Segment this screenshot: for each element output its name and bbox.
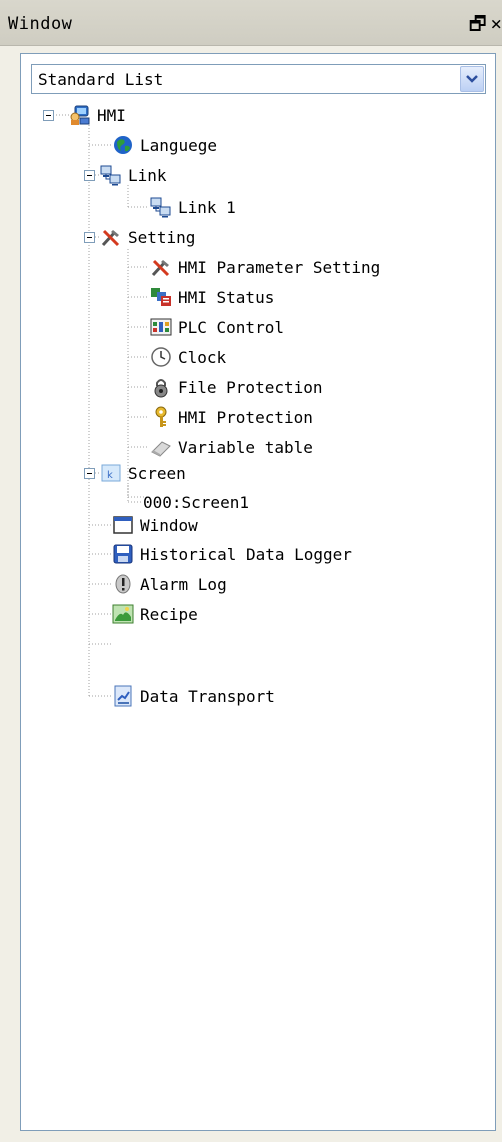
view-select[interactable]: Standard List	[31, 64, 486, 94]
dropdown-arrow-button[interactable]	[460, 66, 484, 92]
key-icon	[150, 406, 172, 428]
window-icon	[112, 514, 134, 536]
title-bar: Window 🗗 ×	[0, 0, 502, 46]
screen-icon: k	[100, 462, 122, 484]
svg-text:k: k	[107, 470, 113, 481]
tree-label: Variable table	[178, 437, 313, 457]
tree-item-clock[interactable]: Clock	[150, 342, 226, 372]
tree-item-window[interactable]: Window	[112, 510, 198, 540]
tree-label: Link 1	[178, 197, 236, 217]
tree-item-link-1[interactable]: Link 1	[150, 192, 236, 222]
tree-label: Setting	[128, 227, 196, 247]
tree-item-setting[interactable]: Setting	[100, 222, 195, 252]
tree-label: HMI Status	[178, 287, 275, 307]
collapse-link-toggle[interactable]	[84, 170, 95, 181]
recipe-icon	[112, 603, 134, 625]
tree-label: Link	[128, 165, 167, 185]
tree-label: HMI	[97, 105, 126, 125]
close-icon[interactable]: ×	[491, 13, 502, 35]
transport-icon	[112, 685, 134, 707]
tree-item-data-transport[interactable]: Data Transport	[112, 681, 275, 711]
tree-label: HMI Protection	[178, 407, 313, 427]
tree-label: Languege	[140, 135, 218, 155]
window-title: Window	[8, 14, 73, 34]
tree-label: Clock	[178, 347, 227, 367]
tree-item-plc-control[interactable]: PLC Control	[150, 312, 284, 342]
tree-item-hmi-parameter-setting[interactable]: HMI Parameter Setting	[150, 252, 380, 282]
tree-item-hmi-protection[interactable]: HMI Protection	[150, 402, 313, 432]
tree-label: Historical Data Logger	[140, 544, 352, 564]
tools-icon	[150, 256, 172, 278]
tree-item-screen[interactable]: k Screen	[100, 458, 186, 488]
tree-item-alarm-log[interactable]: Alarm Log	[112, 569, 227, 599]
collapse-setting-toggle[interactable]	[84, 232, 95, 243]
status-icon	[150, 286, 172, 308]
globe-icon	[112, 134, 134, 156]
tree-item-historical-data-logger[interactable]: Historical Data Logger	[112, 539, 352, 569]
clock-icon	[150, 346, 172, 368]
lock-icon	[150, 376, 172, 398]
tree-label: Alarm Log	[140, 574, 227, 594]
tree-item-hmi-status[interactable]: HMI Status	[150, 282, 274, 312]
collapse-hmi-toggle[interactable]	[43, 110, 54, 121]
tree-label: Recipe	[140, 604, 198, 624]
tree-label: HMI Parameter Setting	[178, 257, 381, 277]
tree-label: File Protection	[178, 377, 323, 397]
network-icon	[100, 164, 122, 186]
tree-label: Data Transport	[140, 686, 275, 706]
eraser-icon	[150, 436, 172, 458]
chevron-down-icon	[466, 75, 478, 83]
tree-item-file-protection[interactable]: File Protection	[150, 372, 323, 402]
tree-item-hmi[interactable]: HMI	[69, 100, 126, 130]
plc-icon	[150, 316, 172, 338]
tree-item-languege[interactable]: Languege	[112, 130, 217, 160]
tree-panel: Standard List HMI Languege Link Link 1 S…	[20, 53, 496, 1131]
tree-label: PLC Control	[178, 317, 284, 337]
collapse-screen-toggle[interactable]	[84, 468, 95, 479]
alarm-icon	[112, 573, 134, 595]
tools-icon	[100, 226, 122, 248]
hmi-icon	[69, 104, 91, 126]
view-select-value: Standard List	[38, 70, 164, 89]
tree-label: Screen	[128, 463, 186, 483]
network-icon	[150, 196, 172, 218]
tree-item-link[interactable]: Link	[100, 160, 167, 190]
tree-label: Window	[140, 515, 198, 535]
tree-item-recipe[interactable]: Recipe	[112, 599, 198, 629]
tree-label: 000:Screen1	[143, 492, 249, 512]
project-tree: HMI Languege Link Link 1 Setting HMI Par…	[21, 99, 495, 707]
restore-icon[interactable]: 🗗	[469, 10, 487, 42]
floppy-icon	[112, 543, 134, 565]
